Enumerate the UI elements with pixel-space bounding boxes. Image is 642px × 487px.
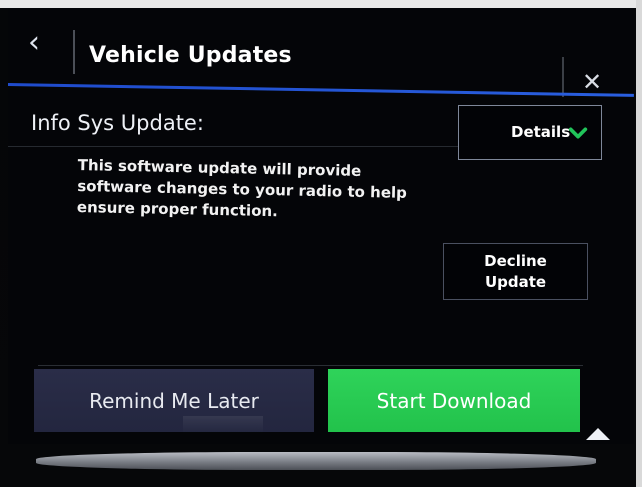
start-download-button[interactable]: Start Download bbox=[328, 369, 580, 432]
decline-update-label: Decline Update bbox=[481, 251, 551, 293]
infotainment-screen: ‹ Vehicle Updates ✕ Info Sys Update: Det… bbox=[8, 8, 634, 444]
close-button[interactable]: ✕ bbox=[580, 70, 604, 94]
chevron-down-icon bbox=[568, 127, 588, 139]
update-description: This software update will provide softwa… bbox=[76, 155, 408, 221]
section-divider bbox=[8, 146, 458, 147]
decline-label-line-2: Update bbox=[484, 272, 547, 291]
title-separator bbox=[73, 30, 75, 74]
details-button[interactable]: Details bbox=[458, 105, 602, 160]
page-title: Vehicle Updates bbox=[89, 43, 292, 68]
decline-label-line-1: Decline bbox=[484, 251, 547, 270]
top-bezel bbox=[0, 0, 642, 8]
info-sys-update-label: Info Sys Update: bbox=[31, 111, 204, 135]
bottom-divider bbox=[38, 365, 583, 366]
back-button[interactable]: ‹ bbox=[22, 26, 46, 60]
header-accent-line bbox=[8, 83, 634, 97]
remind-me-later-button[interactable]: Remind Me Later bbox=[34, 369, 314, 432]
chrome-trim bbox=[36, 452, 596, 470]
vehicle-updates-screen-photo: ‹ Vehicle Updates ✕ Info Sys Update: Det… bbox=[0, 0, 642, 487]
up-arrow-icon[interactable] bbox=[586, 428, 610, 440]
screen-glare bbox=[183, 416, 263, 434]
decline-update-button[interactable]: Decline Update bbox=[443, 243, 588, 300]
remind-me-later-label: Remind Me Later bbox=[89, 388, 259, 413]
header: ‹ Vehicle Updates ✕ bbox=[8, 8, 634, 97]
close-separator bbox=[562, 57, 564, 97]
details-label: Details bbox=[511, 123, 571, 141]
start-download-label: Start Download bbox=[376, 388, 532, 413]
right-bezel bbox=[636, 0, 642, 487]
